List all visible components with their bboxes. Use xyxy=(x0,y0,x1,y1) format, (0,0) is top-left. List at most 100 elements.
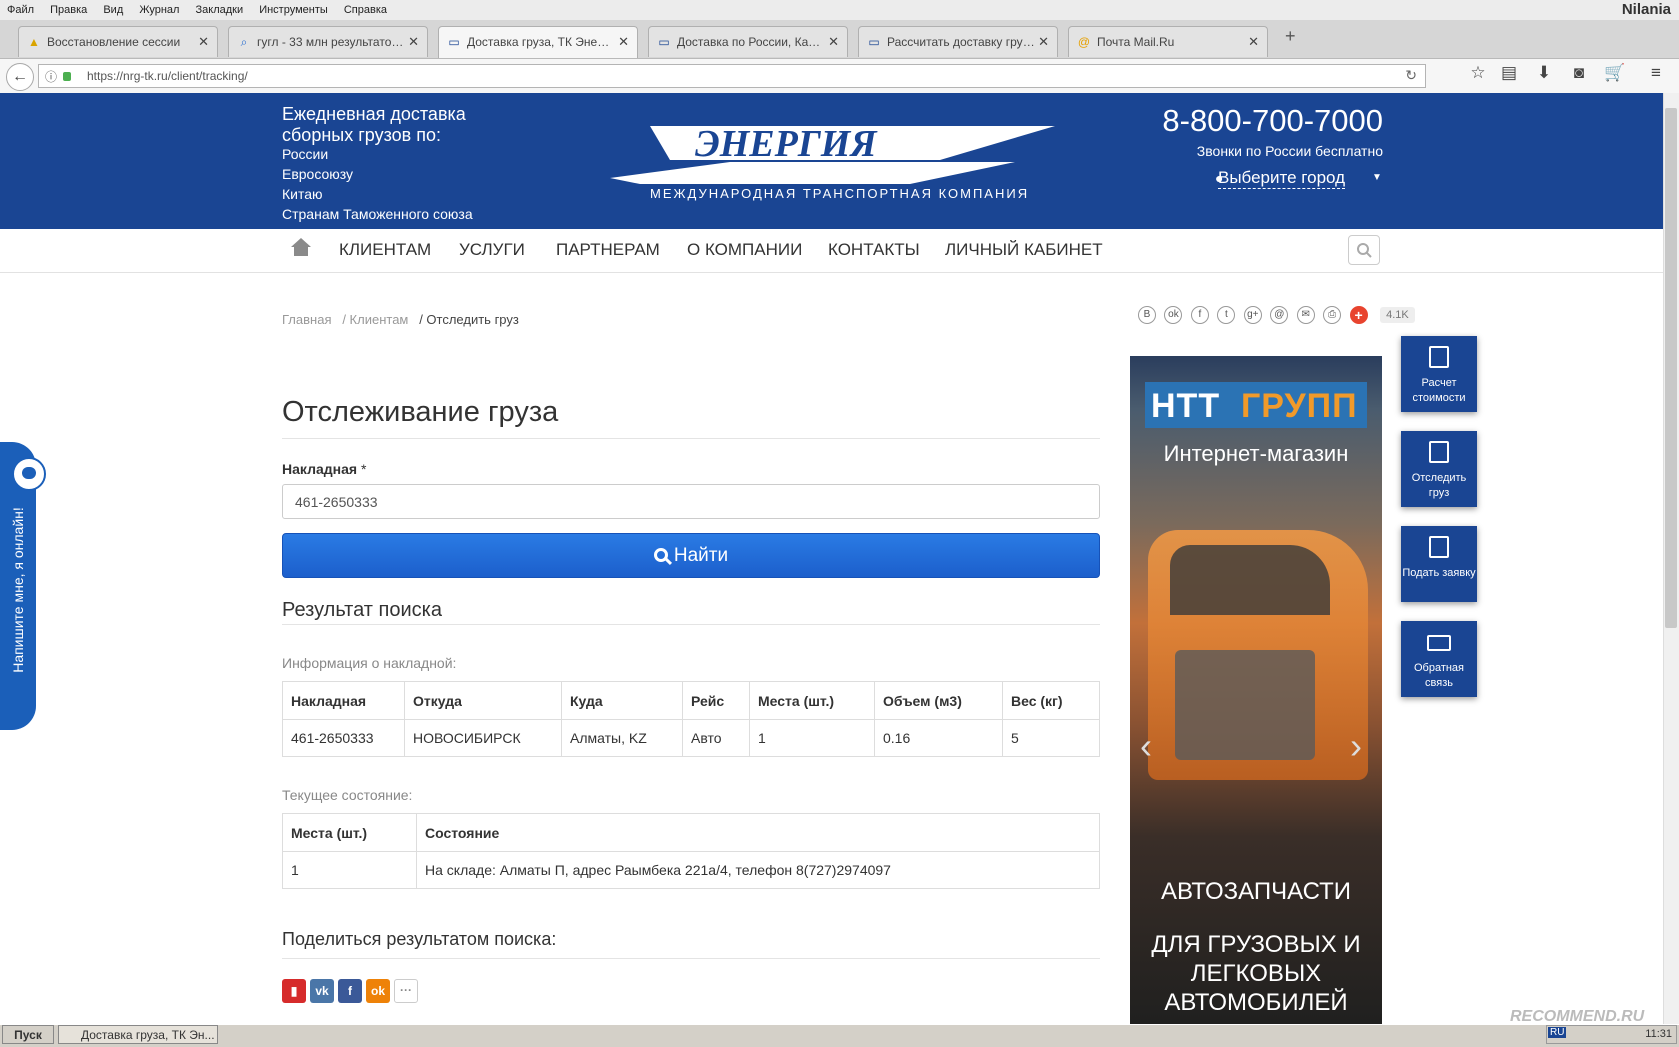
table-row: 1 На складе: Алматы П, адрес Раымбека 22… xyxy=(282,851,1100,889)
find-button[interactable]: Найти xyxy=(282,533,1100,578)
download-icon[interactable]: ⬇ xyxy=(1532,63,1556,83)
table-cell: Авто xyxy=(682,719,750,757)
nav-contacts[interactable]: КОНТАКТЫ xyxy=(828,240,920,260)
menu-edit[interactable]: Правка xyxy=(50,0,87,20)
close-icon[interactable]: ✕ xyxy=(618,34,629,50)
ad-truck-windshield xyxy=(1170,545,1330,615)
close-icon[interactable]: ✕ xyxy=(408,34,419,50)
column-header: Места (шт.) xyxy=(282,813,417,852)
ad-headline: АВТОЗАПЧАСТИ xyxy=(1160,878,1352,905)
menu-view[interactable]: Вид xyxy=(103,0,123,20)
tab-title: Доставка по России, Казахс... xyxy=(677,35,825,49)
page-title: Отслеживание груза xyxy=(282,396,559,428)
divider xyxy=(282,438,1100,439)
ad-brand-left: НТТ xyxy=(1151,387,1221,425)
bookmark-share-icon[interactable]: ▮ xyxy=(282,979,306,1003)
ok-share-icon[interactable]: ok xyxy=(366,979,390,1003)
vk-share-icon[interactable]: В xyxy=(1138,306,1156,324)
menu-history[interactable]: Журнал xyxy=(139,0,179,20)
browser-tab[interactable]: ▭ Рассчитать доставку груза... ✕ xyxy=(858,26,1058,57)
taskbar-window[interactable]: Доставка груза, ТК Эн... xyxy=(58,1025,218,1044)
reload-icon[interactable]: ↻ xyxy=(1405,67,1417,84)
menu-file[interactable]: Файл xyxy=(7,0,34,20)
breadcrumb-home[interactable]: Главная xyxy=(282,312,331,327)
browser-tab[interactable]: ▲ Восстановление сессии ✕ xyxy=(18,26,218,57)
chat-bubble-icon[interactable] xyxy=(12,457,46,491)
truck-icon: ▭ xyxy=(868,35,880,49)
close-icon[interactable]: ✕ xyxy=(198,34,209,50)
cart-icon[interactable]: 🛒 xyxy=(1603,63,1627,83)
more-share-icon[interactable]: + xyxy=(1349,306,1368,324)
home-icon[interactable] xyxy=(290,236,312,258)
required-mark: * xyxy=(357,461,367,477)
tab-title: Доставка груза, ТК Энерги... xyxy=(467,35,615,49)
quick-feedback-button[interactable]: Обратная связь xyxy=(1401,621,1477,697)
ad-brand-logo: НТТ ГРУПП xyxy=(1145,382,1367,428)
hamburger-menu-icon[interactable]: ≡ xyxy=(1644,63,1668,83)
twitter-share-icon[interactable]: t xyxy=(1217,306,1236,324)
quick-calc-button[interactable]: Расчет стоимости xyxy=(1401,336,1477,412)
google-plus-share-icon[interactable]: g+ xyxy=(1243,306,1262,324)
nav-services[interactable]: УСЛУГИ xyxy=(459,240,525,260)
language-indicator[interactable]: RU xyxy=(1548,1027,1567,1038)
close-icon[interactable]: ✕ xyxy=(828,34,839,50)
url-text: https://nrg-tk.ru/client/tracking/ xyxy=(87,69,248,83)
table-header-row: Накладная Откуда Куда Рейс Места (шт.) О… xyxy=(282,681,1100,720)
back-button[interactable]: ← xyxy=(6,63,34,91)
header-region: России xyxy=(282,146,329,162)
nav-partners[interactable]: ПАРТНЕРАМ xyxy=(556,240,660,260)
quick-track-button[interactable]: Отследить груз xyxy=(1401,431,1477,507)
browser-navbar: ← ⓘ https://nrg-tk.ru/client/tracking/ ↻ xyxy=(0,59,1679,94)
start-button[interactable]: Пуск xyxy=(2,1025,54,1044)
city-select[interactable]: Выберите город xyxy=(1218,168,1346,189)
tab-title: Почта Mail.Ru xyxy=(1097,35,1175,49)
header-phone[interactable]: 8-800-700-7000 xyxy=(1140,103,1383,139)
column-header: Состояние xyxy=(416,813,1100,852)
close-icon[interactable]: ✕ xyxy=(1248,34,1259,50)
chat-widget-label[interactable]: Напишите мне, я онлайн! xyxy=(10,454,26,726)
ad-truck-grille xyxy=(1175,650,1315,760)
carousel-prev-icon[interactable]: ‹ xyxy=(1140,725,1152,767)
bookmark-star-icon[interactable]: ☆ xyxy=(1466,63,1490,83)
ok-share-icon[interactable]: ok xyxy=(1164,306,1183,324)
table-row: 461-2650333 НОВОСИБИРСК Алматы, KZ Авто … xyxy=(282,719,1100,757)
url-bar[interactable]: ⓘ https://nrg-tk.ru/client/tracking/ ↻ xyxy=(38,64,1426,88)
menu-bookmarks[interactable]: Закладки xyxy=(196,0,244,20)
search-icon: ⌕ xyxy=(240,35,248,49)
browser-tab-active[interactable]: ▭ Доставка груза, ТК Энерги... ✕ xyxy=(438,26,638,58)
column-header: Накладная xyxy=(282,681,405,720)
caret-down-icon[interactable]: ▼ xyxy=(1372,172,1382,183)
pocket-icon[interactable]: ◙ xyxy=(1567,63,1591,83)
carousel-next-icon[interactable]: › xyxy=(1350,725,1362,767)
quick-request-button[interactable]: Подать заявку xyxy=(1401,526,1477,602)
browser-user-name: Nilania xyxy=(1621,1,1671,18)
more-share-icon[interactable]: ··· xyxy=(394,979,418,1003)
site-search-button[interactable] xyxy=(1348,235,1380,265)
browser-tab[interactable]: @ Почта Mail.Ru ✕ xyxy=(1068,26,1268,57)
waybill-label-text: Накладная xyxy=(282,461,358,477)
nav-account[interactable]: ЛИЧНЫЙ КАБИНЕТ xyxy=(945,240,1103,260)
vk-share-icon[interactable]: vk xyxy=(310,979,334,1003)
reading-list-icon[interactable]: ▤ xyxy=(1497,63,1521,83)
column-header: Откуда xyxy=(404,681,562,720)
scrollbar-thumb[interactable] xyxy=(1665,108,1677,628)
browser-tab[interactable]: ▭ Доставка по России, Казахс... ✕ xyxy=(648,26,848,57)
email-share-icon[interactable]: ✉ xyxy=(1296,306,1315,324)
close-icon[interactable]: ✕ xyxy=(1038,34,1049,50)
nav-about[interactable]: О КОМПАНИИ xyxy=(687,240,802,260)
nav-clients[interactable]: КЛИЕНТАМ xyxy=(339,240,431,260)
browser-tab[interactable]: ⌕ гугл - 33 млн результатов. ... ✕ xyxy=(228,26,428,57)
menu-help[interactable]: Справка xyxy=(344,0,387,20)
new-tab-icon[interactable]: + xyxy=(1285,26,1296,47)
waybill-input[interactable] xyxy=(282,484,1100,519)
print-icon[interactable]: ⎙ xyxy=(1323,306,1342,324)
facebook-share-icon[interactable]: f xyxy=(338,979,362,1003)
ad-tagline: ДЛЯ ГРУЗОВЫХ И ЛЕГКОВЫХ АВТОМОБИЛЕЙ xyxy=(1151,931,1361,1016)
quick-label: Отследить груз xyxy=(1411,472,1467,499)
table-header-row: Места (шт.) Состояние xyxy=(282,813,1100,852)
menu-tools[interactable]: Инструменты xyxy=(259,0,328,20)
mailru-share-icon[interactable]: @ xyxy=(1270,306,1289,324)
breadcrumb-clients[interactable]: / Клиентам xyxy=(342,312,408,327)
info-icon[interactable]: ⓘ xyxy=(45,68,57,85)
facebook-share-icon[interactable]: f xyxy=(1190,306,1209,324)
